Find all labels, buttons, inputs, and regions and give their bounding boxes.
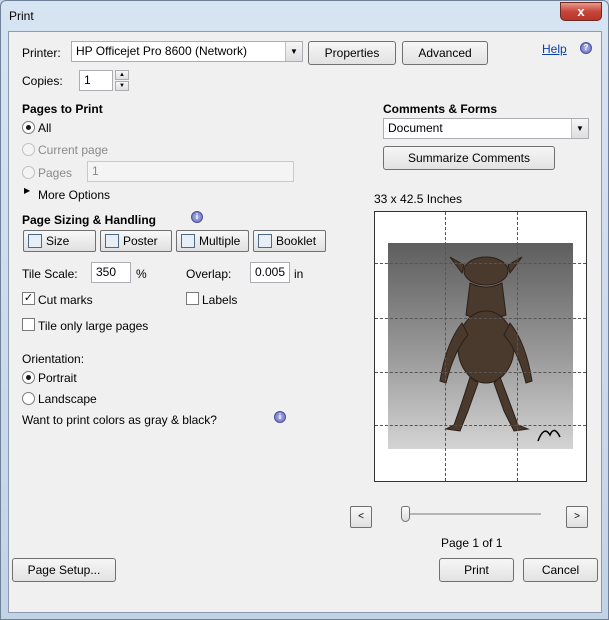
size-icon bbox=[28, 234, 42, 248]
overlap-unit: in bbox=[294, 267, 304, 281]
overlap-label: Overlap: bbox=[186, 267, 232, 281]
radio-pages[interactable] bbox=[22, 166, 35, 179]
tile-gridline bbox=[375, 263, 586, 264]
labels-checkbox[interactable] bbox=[186, 292, 199, 305]
tile-gridline bbox=[375, 425, 586, 426]
printer-selected-value: HP Officejet Pro 8600 (Network) bbox=[76, 44, 247, 58]
copies-input[interactable]: 1 bbox=[79, 70, 113, 91]
tile-scale-label: Tile Scale: bbox=[22, 267, 78, 281]
title-bar: Print x bbox=[1, 1, 608, 31]
preview-size-label: 33 x 42.5 Inches bbox=[374, 192, 463, 206]
poster-tab-button[interactable]: Poster bbox=[100, 230, 172, 252]
properties-button[interactable]: Properties bbox=[308, 41, 396, 65]
close-button[interactable]: x bbox=[560, 2, 602, 21]
creature-figure bbox=[439, 256, 561, 442]
copies-label: Copies: bbox=[22, 74, 63, 88]
radio-current-page-label: Current page bbox=[38, 143, 109, 157]
radio-current-page[interactable] bbox=[22, 143, 35, 156]
tile-scale-unit: % bbox=[136, 267, 147, 281]
multiple-tab-label: Multiple bbox=[199, 234, 241, 248]
cut-marks-label: Cut marks bbox=[38, 293, 93, 307]
page-setup-button[interactable]: Page Setup... bbox=[12, 558, 116, 582]
more-options-toggle[interactable]: More Options bbox=[38, 188, 110, 202]
radio-portrait[interactable] bbox=[22, 371, 35, 384]
info-icon[interactable]: i bbox=[191, 211, 203, 223]
multiple-icon bbox=[181, 234, 195, 248]
window-title: Print bbox=[9, 9, 34, 23]
page-status: Page 1 of 1 bbox=[441, 536, 503, 550]
print-dialog: Print x Printer: HP Officejet Pro 8600 (… bbox=[0, 0, 609, 620]
size-tab-label: Size bbox=[46, 234, 70, 248]
tile-gridline bbox=[445, 212, 446, 481]
preview-image bbox=[388, 243, 573, 449]
radio-pages-label: Pages bbox=[38, 166, 73, 180]
overlap-input[interactable]: 0.005 bbox=[250, 262, 290, 283]
printer-label: Printer: bbox=[22, 46, 61, 60]
help-icon[interactable]: ? bbox=[580, 42, 592, 54]
tile-large-label: Tile only large pages bbox=[38, 319, 149, 333]
poster-icon bbox=[105, 234, 119, 248]
tile-large-checkbox[interactable] bbox=[22, 318, 35, 331]
radio-landscape[interactable] bbox=[22, 392, 35, 405]
radio-portrait-label: Portrait bbox=[38, 371, 77, 385]
page-sizing-heading: Page Sizing & Handling bbox=[22, 213, 157, 227]
help-link[interactable]: Help bbox=[542, 42, 567, 56]
triangle-right-icon[interactable]: ▶ bbox=[24, 186, 30, 195]
booklet-icon bbox=[258, 234, 272, 248]
gray-print-question: Want to print colors as gray & black? bbox=[22, 413, 217, 427]
tile-gridline bbox=[517, 212, 518, 481]
copies-decrement[interactable]: ▼ bbox=[115, 81, 129, 91]
dialog-client-area: Printer: HP Officejet Pro 8600 (Network)… bbox=[8, 31, 602, 613]
cancel-button[interactable]: Cancel bbox=[523, 558, 598, 582]
print-button[interactable]: Print bbox=[439, 558, 514, 582]
page-slider-track[interactable] bbox=[401, 513, 541, 515]
size-tab-button[interactable]: Size bbox=[23, 230, 96, 252]
comments-forms-heading: Comments & Forms bbox=[383, 102, 498, 116]
labels-label: Labels bbox=[202, 293, 238, 307]
comments-selected-value: Document bbox=[388, 121, 443, 135]
print-preview bbox=[374, 211, 587, 482]
booklet-tab-button[interactable]: Booklet bbox=[253, 230, 326, 252]
radio-all-label: All bbox=[38, 121, 52, 135]
chevron-down-icon[interactable]: ▼ bbox=[571, 119, 588, 138]
next-page-button[interactable]: > bbox=[566, 506, 588, 528]
pages-range-input[interactable]: 1 bbox=[87, 161, 294, 182]
booklet-tab-label: Booklet bbox=[276, 234, 317, 248]
copies-increment[interactable]: ▲ bbox=[115, 70, 129, 80]
info-icon[interactable]: i bbox=[274, 411, 286, 423]
multiple-tab-button[interactable]: Multiple bbox=[176, 230, 249, 252]
prev-page-button[interactable]: < bbox=[350, 506, 372, 528]
tile-scale-input[interactable]: 350 bbox=[91, 262, 131, 283]
page-slider-thumb[interactable] bbox=[401, 506, 410, 522]
summarize-comments-button[interactable]: Summarize Comments bbox=[383, 146, 555, 170]
chevron-down-icon[interactable]: ▼ bbox=[285, 42, 302, 61]
tile-gridline bbox=[375, 318, 586, 319]
tile-gridline bbox=[375, 372, 586, 373]
advanced-button[interactable]: Advanced bbox=[402, 41, 488, 65]
orientation-label: Orientation: bbox=[22, 352, 85, 366]
poster-tab-label: Poster bbox=[123, 234, 158, 248]
cut-marks-checkbox[interactable]: ✓ bbox=[22, 292, 35, 305]
comments-forms-select[interactable]: Document ▼ bbox=[383, 118, 589, 139]
radio-landscape-label: Landscape bbox=[38, 392, 97, 406]
radio-all[interactable] bbox=[22, 121, 35, 134]
pages-to-print-heading: Pages to Print bbox=[22, 102, 103, 116]
printer-select[interactable]: HP Officejet Pro 8600 (Network) ▼ bbox=[71, 41, 303, 62]
